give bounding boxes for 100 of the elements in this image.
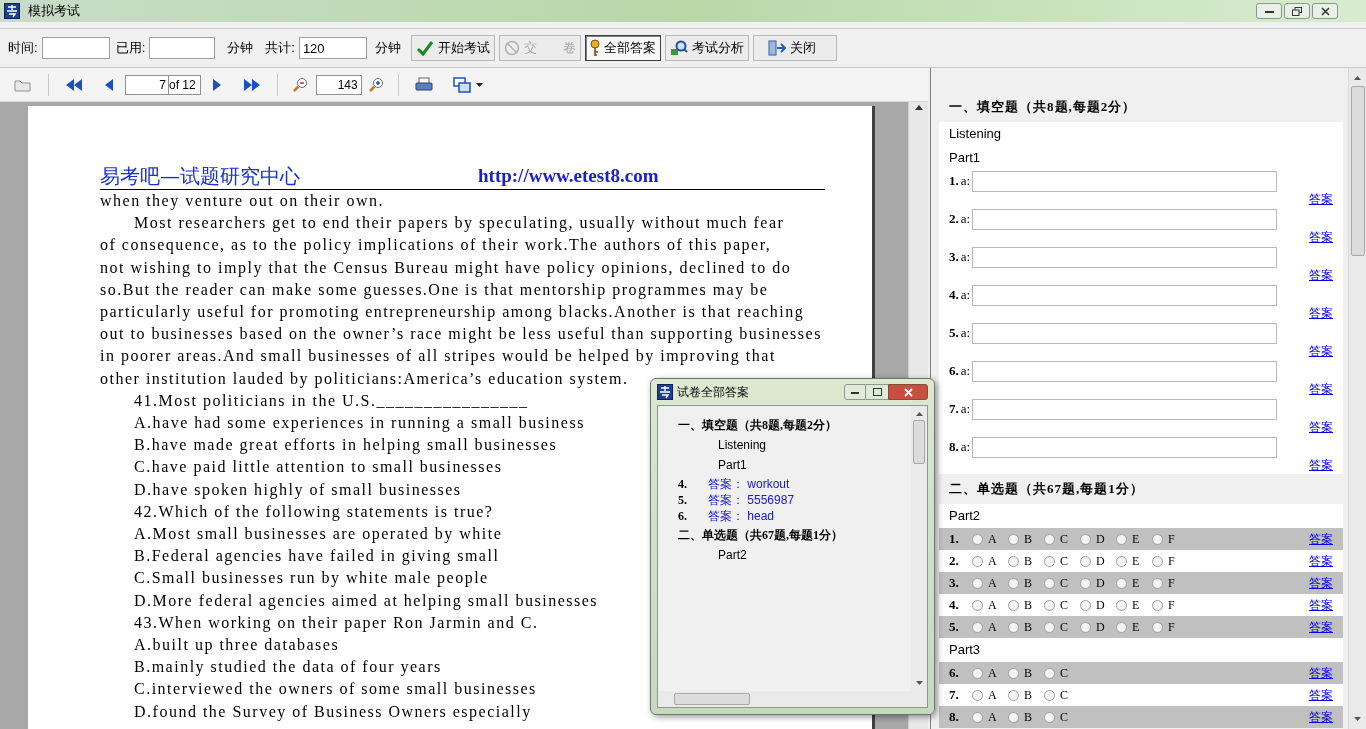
answer-link[interactable]: 答案: [1309, 574, 1333, 592]
answer-link[interactable]: 答案: [1309, 456, 1333, 474]
answer-field[interactable]: [972, 246, 1278, 268]
answer-field[interactable]: [972, 398, 1278, 420]
dialog-scrollbar[interactable]: [911, 406, 927, 691]
option-label: F: [1168, 531, 1176, 548]
radio-button[interactable]: [1008, 577, 1019, 589]
radio-button[interactable]: [1008, 555, 1019, 567]
page-number-field[interactable]: 7: [125, 74, 169, 95]
answer-link[interactable]: 答案: [1309, 380, 1333, 398]
radio-button[interactable]: [1080, 621, 1091, 633]
answer-link[interactable]: 答案: [1309, 228, 1333, 246]
answer-link[interactable]: 答案: [1309, 552, 1333, 570]
answer-link[interactable]: 答案: [1309, 618, 1333, 636]
radio-button[interactable]: [1080, 555, 1091, 567]
radio-button[interactable]: [1116, 577, 1127, 589]
radio-button[interactable]: [1152, 599, 1163, 611]
answer-link[interactable]: 答案: [1309, 342, 1333, 360]
toolbar-button[interactable]: 开始考试: [410, 35, 495, 61]
radio-button[interactable]: [1080, 577, 1091, 589]
window-title: 模拟考试: [28, 2, 80, 21]
zoom-out-icon: [291, 76, 308, 93]
horizontal-scrollbar[interactable]: [658, 691, 927, 707]
minimize-button[interactable]: [1256, 3, 1282, 19]
close-button[interactable]: [888, 384, 928, 400]
radio-button[interactable]: [1044, 577, 1055, 589]
answer-link[interactable]: 答案: [1309, 686, 1333, 704]
toolbar-button[interactable]: 全部答案: [584, 35, 661, 61]
radio-button[interactable]: [1152, 533, 1163, 545]
radio-button[interactable]: [1080, 599, 1091, 611]
panel-scrollbar[interactable]: [1348, 68, 1366, 729]
answer-link[interactable]: 答案: [1309, 304, 1333, 322]
answer-link[interactable]: 答案: [1309, 708, 1333, 726]
radio-button[interactable]: [1008, 533, 1019, 545]
prohibited-icon: [503, 40, 520, 56]
radio-button[interactable]: [1008, 689, 1019, 701]
answer-link[interactable]: 答案: [1309, 596, 1333, 614]
question-number: 6.: [949, 362, 959, 381]
radio-button[interactable]: [972, 577, 983, 589]
input-field[interactable]: [41, 37, 110, 59]
radio-button[interactable]: [1116, 621, 1127, 633]
answer-link[interactable]: 答案: [1309, 418, 1333, 436]
answer-field[interactable]: [972, 322, 1278, 344]
document-text-line: B.have made great efforts in helping small businesses: [134, 436, 558, 454]
toolbar-button[interactable]: 关闭: [752, 35, 837, 61]
field-label: a:: [960, 286, 971, 305]
radio-button[interactable]: [972, 533, 983, 545]
answer-field[interactable]: [972, 284, 1278, 306]
radio-button[interactable]: [1008, 599, 1019, 611]
radio-button[interactable]: [972, 711, 983, 723]
close-button[interactable]: [1312, 3, 1338, 19]
answer-field[interactable]: [972, 170, 1278, 192]
input-field[interactable]: 120: [298, 37, 367, 59]
answer-link[interactable]: 答案: [1309, 190, 1333, 208]
radio-button[interactable]: [972, 555, 983, 567]
radio-button[interactable]: [1044, 599, 1055, 611]
radio-button[interactable]: [1080, 533, 1091, 545]
question-number: 8.: [949, 438, 959, 457]
radio-button[interactable]: [1044, 711, 1055, 723]
radio-button[interactable]: [972, 621, 983, 633]
radio-button[interactable]: [1044, 667, 1055, 679]
maximize-button[interactable]: [1284, 3, 1310, 19]
answer-link[interactable]: 答案: [1309, 266, 1333, 284]
scroll-thumb[interactable]: [1350, 86, 1365, 256]
radio-button[interactable]: [972, 599, 983, 611]
zoom-field[interactable]: 143: [315, 74, 362, 95]
answer-field[interactable]: [972, 208, 1278, 230]
section-heading: 一、填空题（共8题,每题2分）: [678, 417, 838, 434]
section-heading: 二、单选题（共67题,每题1分）: [678, 527, 844, 544]
radio-button[interactable]: [1116, 533, 1127, 545]
maximize-button[interactable]: [866, 384, 888, 400]
answer-link[interactable]: 答案: [1309, 664, 1333, 682]
minimize-button[interactable]: [844, 384, 866, 400]
radio-button[interactable]: [1152, 555, 1163, 567]
radio-button[interactable]: [1008, 667, 1019, 679]
toolbar-button[interactable]: 考试分析: [664, 35, 749, 61]
answer-field[interactable]: [972, 360, 1278, 382]
scroll-thumb[interactable]: [674, 693, 750, 705]
radio-button[interactable]: [1044, 555, 1055, 567]
radio-button[interactable]: [1044, 621, 1055, 633]
radio-button[interactable]: [1116, 555, 1127, 567]
option-label: C: [1060, 665, 1069, 682]
radio-button[interactable]: [1044, 533, 1055, 545]
document-text-line: C.interviewed the owners of some small businesses: [134, 680, 537, 698]
radio-button[interactable]: [972, 667, 983, 679]
input-field[interactable]: [149, 37, 216, 59]
radio-button[interactable]: [1152, 621, 1163, 633]
radio-button[interactable]: [1044, 689, 1055, 701]
answer-link[interactable]: 答案: [1309, 530, 1333, 548]
option-label: B: [1024, 531, 1033, 548]
answer-field[interactable]: [972, 436, 1278, 458]
radio-button[interactable]: [1116, 599, 1127, 611]
option-label: B: [1024, 553, 1033, 570]
part-label: Part1: [718, 458, 747, 472]
field-label: a:: [960, 438, 971, 457]
radio-button[interactable]: [1008, 621, 1019, 633]
radio-button[interactable]: [1152, 577, 1163, 589]
radio-button[interactable]: [972, 689, 983, 701]
scroll-thumb[interactable]: [913, 420, 925, 464]
radio-button[interactable]: [1008, 711, 1019, 723]
